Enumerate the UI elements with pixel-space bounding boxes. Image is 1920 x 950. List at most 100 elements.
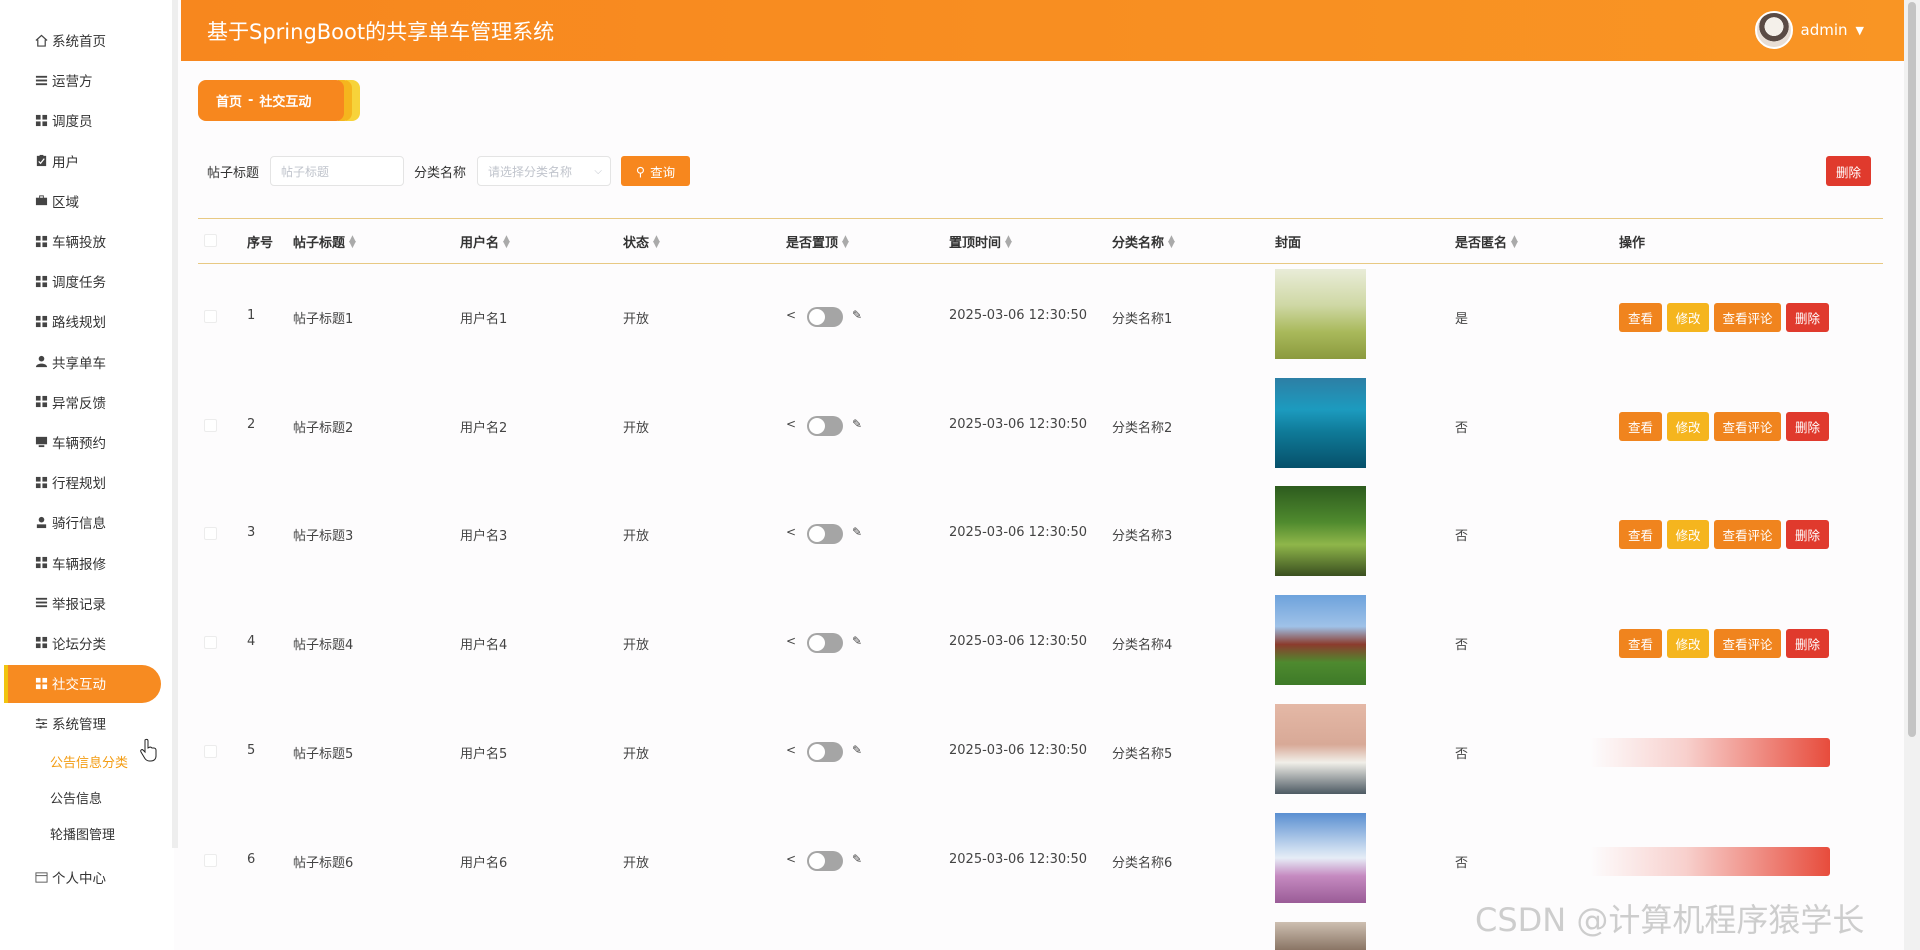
column-header[interactable]: 状态 ▲ ▼ [623, 232, 660, 251]
sidebar-item[interactable]: 论坛分类 [0, 623, 174, 663]
column-header[interactable]: 帖子标题 ▲ ▼ [293, 232, 356, 251]
row-checkbox[interactable] [204, 419, 217, 432]
delete-button[interactable]: 删除 [1786, 520, 1829, 549]
sidebar-item[interactable]: 社交互动 [0, 663, 174, 704]
view-comments-button[interactable]: 查看评论 [1714, 303, 1781, 332]
cover-image[interactable] [1275, 922, 1366, 950]
row-index: 3 [247, 525, 256, 540]
edit-button[interactable]: 修改 [1667, 412, 1709, 441]
row-checkbox[interactable] [204, 745, 217, 758]
sidebar-item[interactable]: 路线规划 [0, 301, 174, 341]
submenu-item[interactable]: 轮播图管理 [0, 815, 174, 851]
share-icon: < [786, 417, 797, 431]
view-comments-button[interactable]: 查看评论 [1714, 412, 1781, 441]
edit-button[interactable]: 修改 [1667, 520, 1709, 549]
edit-button[interactable]: 修改 [1667, 629, 1709, 658]
sidebar-item[interactable]: 骑行信息 [0, 502, 174, 542]
sidebar-item[interactable]: 系统首页 [0, 20, 174, 60]
sort-icon[interactable]: ▲ ▼ [1005, 234, 1012, 249]
sidebar-item[interactable]: 调度员 [0, 100, 174, 140]
card-icon [34, 870, 48, 884]
row-checkbox[interactable] [204, 636, 217, 649]
sidebar-item[interactable]: 车辆投放 [0, 221, 174, 261]
pin-toggle[interactable] [807, 416, 843, 436]
username-cell: 用户名6 [460, 856, 508, 871]
breadcrumb-tag: 首页 - 社交互动 [198, 80, 344, 121]
delete-button[interactable]: 删除 [1786, 303, 1829, 332]
sidebar-item[interactable]: 共享单车 [0, 342, 174, 382]
sidebar-item[interactable]: 行程规划 [0, 462, 174, 502]
pin-toggle[interactable] [807, 633, 843, 653]
view-button[interactable]: 查看 [1619, 412, 1662, 441]
title-search-input[interactable]: 帖子标题 [270, 156, 404, 186]
column-header[interactable]: 分类名称 ▲ ▼ [1112, 232, 1175, 251]
sidebar-item[interactable]: 调度任务 [0, 261, 174, 301]
username-cell: 用户名1 [460, 312, 508, 327]
row-actions-loading [1590, 847, 1830, 876]
breadcrumb-separator: - [248, 93, 254, 108]
query-button[interactable]: ⚲ 查询 [621, 156, 690, 186]
sidebar-scroll-track[interactable] [172, 0, 178, 848]
sidebar-item[interactable]: 车辆报修 [0, 542, 174, 582]
category-select[interactable]: 请选择分类名称 ⌵ [477, 156, 611, 186]
edit-button[interactable]: 修改 [1667, 303, 1709, 332]
top-header: 基于SpringBoot的共享单车管理系统 admin ▼ [181, 0, 1904, 61]
cover-image[interactable] [1275, 595, 1366, 685]
sidebar-item[interactable]: 用户 [0, 141, 174, 181]
status-cell: 开放 [623, 312, 650, 327]
sidebar-item-personal[interactable]: 个人中心 [0, 857, 174, 897]
pencil-icon: ✎ [852, 417, 863, 431]
page-scrollbar[interactable] [1904, 0, 1920, 950]
cover-image[interactable] [1275, 378, 1366, 468]
view-comments-button[interactable]: 查看评论 [1714, 520, 1781, 549]
view-button[interactable]: 查看 [1619, 520, 1662, 549]
pin-toggle[interactable] [807, 851, 843, 871]
sidebar-item[interactable]: 车辆预约 [0, 422, 174, 462]
cover-image[interactable] [1275, 813, 1366, 903]
sidebar-menu: 系统首页 运营方 调度员 用户区域车辆投放 调度任务 路线规划 共享单车 异常反馈 车辆预约 行程… [0, 0, 174, 898]
cover-image[interactable] [1275, 704, 1366, 794]
pin-toggle[interactable] [807, 307, 843, 327]
row-checkbox[interactable] [204, 310, 217, 323]
view-button[interactable]: 查看 [1619, 303, 1662, 332]
sort-icon[interactable]: ▲ ▼ [653, 234, 660, 249]
sidebar-item[interactable]: 举报记录 [0, 583, 174, 623]
select-all-checkbox[interactable] [204, 234, 217, 247]
grid-icon [34, 274, 48, 288]
sort-icon[interactable]: ▲ ▼ [842, 234, 849, 249]
batch-delete-button[interactable]: 删除 [1826, 156, 1871, 186]
breadcrumb-home[interactable]: 首页 [216, 91, 242, 110]
sidebar-item-label: 社交互动 [52, 677, 106, 694]
column-header[interactable]: 用户名 ▲ ▼ [460, 232, 510, 251]
scrollbar-thumb[interactable] [1908, 2, 1916, 737]
sidebar-item-label: 骑行信息 [52, 516, 106, 533]
sort-icon[interactable]: ▲ ▼ [503, 234, 510, 249]
sidebar-item-label: 区域 [52, 194, 79, 211]
sidebar-item[interactable]: 异常反馈 [0, 382, 174, 422]
view-comments-button[interactable]: 查看评论 [1714, 629, 1781, 658]
cover-image[interactable] [1275, 486, 1366, 576]
user-menu[interactable]: admin ▼ [1754, 11, 1864, 49]
submenu-item[interactable]: 公告信息 [0, 779, 174, 815]
status-cell: 开放 [623, 638, 650, 653]
sort-icon[interactable]: ▲ ▼ [1511, 234, 1518, 249]
delete-button[interactable]: 删除 [1786, 629, 1829, 658]
column-header[interactable]: 是否匿名 ▲ ▼ [1455, 232, 1518, 251]
pin-toggle[interactable] [807, 742, 843, 762]
pin-toggle[interactable] [807, 524, 843, 544]
view-button[interactable]: 查看 [1619, 629, 1662, 658]
sort-icon[interactable]: ▲ ▼ [349, 234, 356, 249]
row-index: 2 [247, 417, 256, 432]
username-cell: 用户名2 [460, 421, 508, 436]
row-checkbox[interactable] [204, 527, 217, 540]
chevron-down-icon: ⌵ [594, 165, 602, 177]
sidebar-item[interactable]: 运营方 [0, 60, 174, 100]
column-header[interactable]: 是否置顶 ▲ ▼ [786, 232, 849, 251]
row-checkbox[interactable] [204, 854, 217, 867]
sort-icon[interactable]: ▲ ▼ [1168, 234, 1175, 249]
sidebar-item[interactable]: 区域 [0, 181, 174, 221]
column-header[interactable]: 置顶时间 ▲ ▼ [949, 232, 1012, 251]
delete-button[interactable]: 删除 [1786, 412, 1829, 441]
cover-image[interactable] [1275, 269, 1366, 359]
sidebar: 系统首页 运营方 调度员 用户区域车辆投放 调度任务 路线规划 共享单车 异常反馈 车辆预约 行程… [0, 0, 174, 950]
